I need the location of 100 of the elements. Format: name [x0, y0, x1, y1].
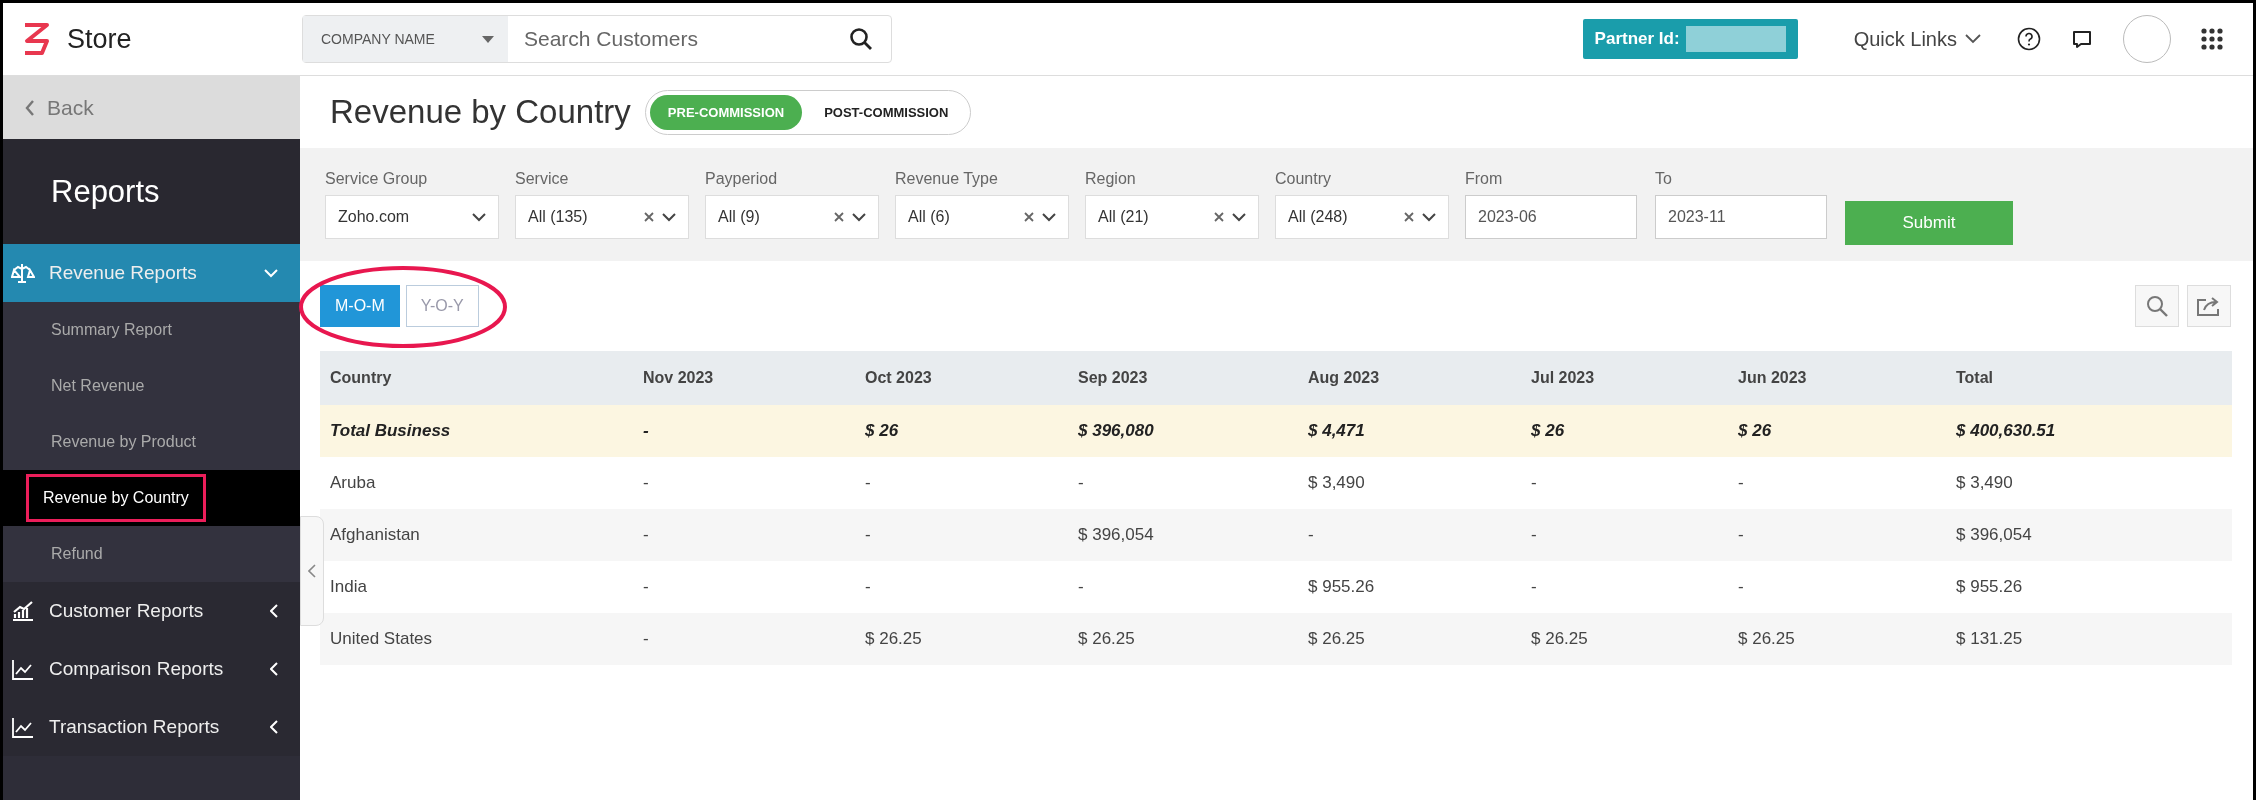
apps-grid-icon[interactable] [2201, 28, 2223, 50]
filter-label: Service [515, 170, 570, 188]
table-cell-text: $ 131.25 [1955, 629, 2024, 649]
table-cell-text: $ 396,054 [1077, 525, 1155, 545]
chevron-left-icon [25, 99, 35, 116]
chevron-down-icon [264, 268, 278, 278]
line-chart-icon [11, 658, 35, 680]
clear-icon[interactable] [1404, 212, 1414, 222]
collapse-handle[interactable] [300, 516, 324, 626]
chevron-down-icon [1422, 212, 1436, 222]
search-field[interactable]: COMPANY NAME Search Customers [302, 15, 892, 63]
table-cell-text: - [1077, 577, 1085, 597]
filter-label: To [1655, 170, 1673, 188]
chevron-left-icon [308, 564, 316, 578]
scale-icon [11, 262, 35, 284]
date-field[interactable]: 2023-11 [1655, 195, 1827, 239]
filter-label: From [1465, 170, 1504, 188]
table-cell-text: - [642, 473, 650, 493]
table-cell-text: $ 26.25 [1077, 629, 1136, 649]
table-cell-text: - [1077, 473, 1085, 493]
sidebar-item[interactable]: Net Revenue [3, 358, 300, 414]
table-cell-text: - [642, 577, 650, 597]
column-header: Oct 2023 [864, 369, 933, 387]
filter-dropdown[interactable]: Zoho.com [325, 195, 499, 239]
filter-dropdown[interactable]: All (248) [1275, 195, 1449, 239]
search-icon [2146, 295, 2168, 317]
filter-label: Revenue Type [895, 170, 999, 188]
table-cell-text: $ 955.26 [1955, 577, 2024, 597]
table-cell-text: - [1737, 577, 1745, 597]
chevron-down-icon [1042, 212, 1056, 222]
table-cell-text: $ 26.25 [1530, 629, 1589, 649]
chevron-down-icon [1965, 34, 1981, 44]
table-cell-text: - [1530, 577, 1538, 597]
share-icon [2196, 295, 2222, 317]
table-cell-text: - [642, 629, 650, 649]
table-cell-text: $ 3,490 [1955, 473, 2014, 493]
filter-dropdown[interactable]: All (135) [515, 195, 689, 239]
clear-icon[interactable] [1024, 212, 1034, 222]
column-header: Aug 2023 [1307, 369, 1381, 387]
table-cell-text: - [1737, 473, 1745, 493]
chevron-left-icon [270, 662, 278, 676]
partner-id-label: Partner Id: [1594, 29, 1680, 49]
help-icon[interactable] [2017, 27, 2041, 51]
column-header: Sep 2023 [1077, 369, 1149, 387]
column-header: Jun 2023 [1737, 369, 1808, 387]
chat-icon[interactable] [2071, 28, 2093, 50]
table-cell-text: $ 396,054 [1955, 525, 2033, 545]
sidebar-group[interactable]: Comparison Reports [3, 640, 300, 698]
column-header: Nov 2023 [642, 369, 715, 387]
column-header: Jul 2023 [1530, 369, 1596, 387]
date-field[interactable]: 2023-06 [1465, 195, 1637, 239]
table-cell-text: - [1307, 525, 1315, 545]
sidebar-group[interactable]: Transaction Reports [3, 698, 300, 756]
table-cell-text: - [864, 473, 872, 493]
table-cell-text: $ 26 [1530, 421, 1566, 441]
table-cell-text: Total Business [329, 421, 452, 441]
clear-icon[interactable] [1214, 212, 1224, 222]
caret-icon [482, 35, 494, 43]
table-cell-text: $ 396,080 [1077, 421, 1155, 441]
logo-text: Store [67, 23, 132, 55]
clear-icon[interactable] [644, 212, 654, 222]
sidebar-item[interactable]: Revenue by Product [3, 414, 300, 470]
table-cell-text: $ 955.26 [1307, 577, 1376, 597]
scope-dropdown[interactable]: COMPANY NAME [303, 16, 508, 62]
table-cell-text: $ 26.25 [864, 629, 923, 649]
table-cell-text: - [1530, 525, 1538, 545]
chevron-down-icon [1232, 212, 1246, 222]
filter-dropdown[interactable]: All (21) [1085, 195, 1259, 239]
table-cell-text: India [329, 577, 368, 597]
sidebar-group[interactable]: Customer Reports [3, 582, 300, 640]
table-cell-text: - [1737, 525, 1745, 545]
filter-label: Region [1085, 170, 1137, 188]
sidebar-item[interactable]: Summary Report [3, 302, 300, 358]
table-cell-text: $ 26 [864, 421, 900, 441]
filter-dropdown[interactable]: All (6) [895, 195, 1069, 239]
chevron-down-icon [472, 212, 486, 222]
table-cell-text: $ 26.25 [1737, 629, 1796, 649]
table-cell-text: $ 3,490 [1307, 473, 1366, 493]
table-cell-text: $ 4,471 [1307, 421, 1366, 441]
table-cell-text: Aruba [329, 473, 377, 493]
chevron-down-icon [662, 212, 676, 222]
page-title: Revenue by Country [330, 93, 631, 131]
column-header: Total [1955, 369, 1995, 387]
chevron-left-icon [270, 720, 278, 734]
table-cell-text: - [642, 525, 650, 545]
sidebar-item[interactable]: Revenue by Country [3, 470, 300, 526]
table-cell-text: United States [329, 629, 434, 649]
clear-icon[interactable] [834, 212, 844, 222]
table-cell-text: - [864, 577, 872, 597]
table-cell-text: - [864, 525, 872, 545]
table-cell-text: - [642, 421, 650, 441]
export-button[interactable] [2187, 285, 2231, 327]
filter-label: Payperiod [705, 170, 779, 188]
column-header: Country [329, 369, 393, 387]
filter-dropdown[interactable]: All (9) [705, 195, 879, 239]
commission-tab[interactable]: POST-COMMISSION [806, 94, 967, 130]
chevron-down-icon [852, 212, 866, 222]
sidebar-item[interactable]: Refund [3, 526, 300, 582]
quick-links-menu[interactable]: Quick Links [1847, 26, 1987, 52]
filter-label: Country [1275, 170, 1333, 188]
